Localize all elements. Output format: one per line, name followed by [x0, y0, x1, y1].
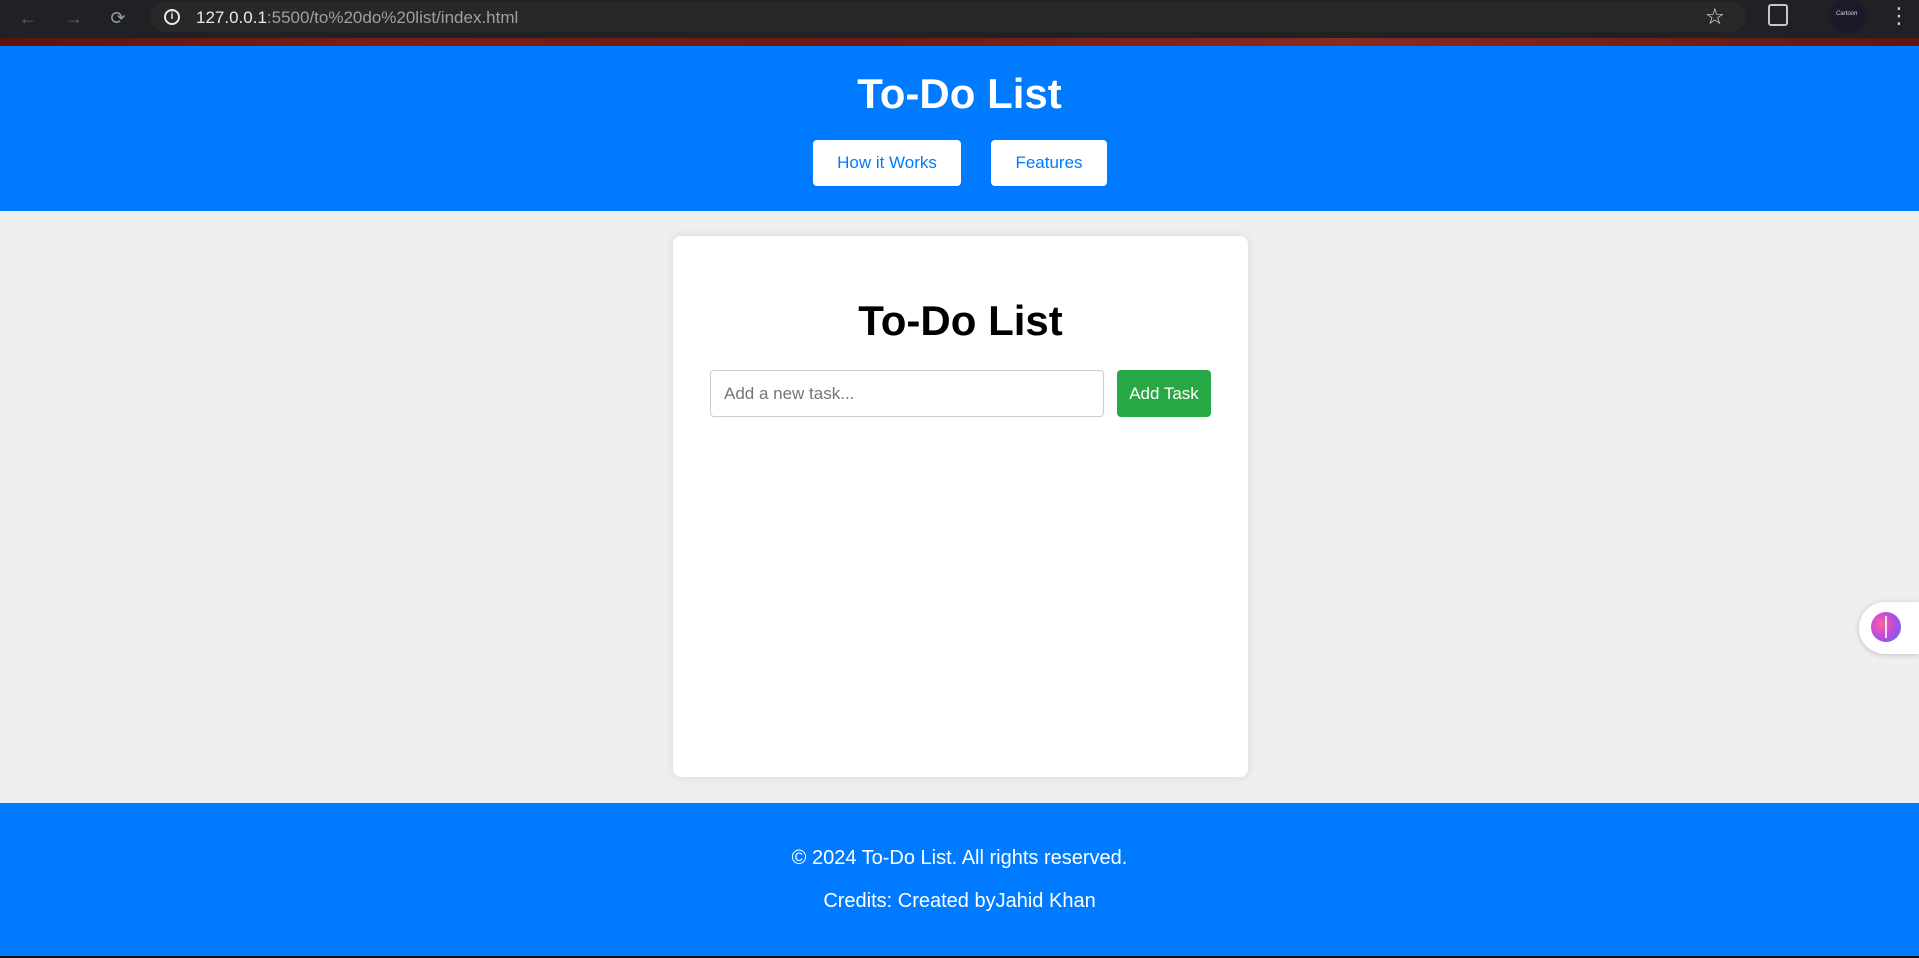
how-it-works-button[interactable]: How it Works: [813, 140, 961, 186]
todo-card: To-Do List Add Task: [673, 236, 1248, 777]
bookmark-star-icon[interactable]: ☆: [1705, 3, 1725, 31]
footer-credits: Credits: Created byJahid Khan: [823, 890, 1096, 912]
site-title: To-Do List: [857, 70, 1062, 117]
profile-avatar[interactable]: Cartoon: [1828, 0, 1868, 34]
add-task-button[interactable]: Add Task: [1117, 370, 1211, 417]
address-bar[interactable]: i 127.0.0.1:5500/to%20do%20list/index.ht…: [150, 2, 1746, 32]
reload-icon[interactable]: ⟳: [106, 6, 130, 30]
footer-copyright: © 2024 To-Do List. All rights reserved.: [791, 847, 1128, 869]
url-host: 127.0.0.1: [196, 8, 267, 27]
features-button[interactable]: Features: [991, 140, 1107, 186]
browser-toolbar: ← → ⟳ i 127.0.0.1:5500/to%20do%20list/in…: [0, 0, 1919, 46]
card-title: To-Do List: [858, 297, 1063, 344]
browser-toolbar-inner: ← → ⟳ i 127.0.0.1:5500/to%20do%20list/in…: [0, 0, 1919, 38]
site-header: To-Do List How it Works Features: [0, 46, 1919, 211]
brain-icon[interactable]: [1871, 612, 1901, 642]
url-text[interactable]: 127.0.0.1:5500/to%20do%20list/index.html: [196, 8, 518, 28]
forward-icon[interactable]: →: [62, 6, 86, 30]
back-icon[interactable]: ←: [16, 6, 40, 30]
site-footer: © 2024 To-Do List. All rights reserved. …: [0, 803, 1919, 958]
new-task-input[interactable]: [710, 370, 1104, 417]
extensions-icon[interactable]: [1768, 4, 1788, 26]
floating-assistant-widget[interactable]: [1859, 602, 1919, 654]
site-info-icon[interactable]: i: [164, 9, 180, 25]
browser-menu-icon[interactable]: ⋮: [1888, 4, 1910, 28]
profile-label: Cartoon: [1836, 11, 1858, 17]
url-path: :5500/to%20do%20list/index.html: [266, 8, 519, 27]
